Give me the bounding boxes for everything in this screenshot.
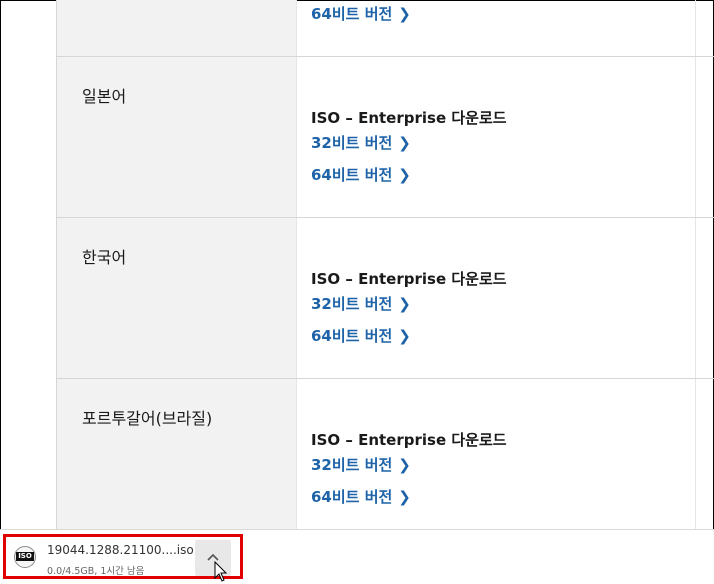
link-32bit[interactable]: 32비트 버전 ❯ (311, 132, 411, 153)
language-cell (56, 0, 296, 56)
table-row: 한국어 ISO – Enterprise 다운로드 32비트 버전 ❯ 64비트 … (56, 218, 714, 378)
table-row: 포르투갈어(브라질) ISO – Enterprise 다운로드 32비트 버전… (56, 379, 714, 529)
download-cell: 64비트 버전 ❯ (296, 0, 695, 56)
language-cell: 일본어 (56, 57, 296, 217)
link-64bit-label: 64비트 버전 (311, 488, 393, 506)
link-32bit-label: 32비트 버전 (311, 134, 393, 152)
link-64bit-label: 64비트 버전 (311, 166, 393, 184)
chevron-right-icon: ❯ (398, 327, 411, 345)
link-64bit[interactable]: 64비트 버전 ❯ (311, 164, 411, 185)
download-title: ISO – Enterprise 다운로드 (311, 109, 507, 127)
link-32bit-label: 32비트 버전 (311, 456, 393, 474)
link-32bit-label: 32비트 버전 (311, 295, 393, 313)
download-title: ISO – Enterprise 다운로드 (311, 270, 507, 288)
link-32bit[interactable]: 32비트 버전 ❯ (311, 293, 411, 314)
chevron-right-icon: ❯ (398, 295, 411, 313)
download-title: ISO – Enterprise 다운로드 (311, 431, 507, 449)
mouse-cursor-icon (214, 561, 228, 582)
language-download-table: 64비트 버전 ❯ 일본어 ISO – Enterprise 다운로드 32비트 … (56, 0, 714, 529)
extra-cell (695, 57, 714, 217)
language-cell: 포르투갈어(브라질) (56, 379, 296, 529)
chevron-right-icon: ❯ (398, 5, 411, 23)
chevron-right-icon: ❯ (398, 166, 411, 184)
download-cell: ISO – Enterprise 다운로드 32비트 버전 ❯ 64비트 버전 ❯ (296, 218, 695, 378)
link-64bit[interactable]: 64비트 버전 ❯ (311, 486, 411, 507)
link-64bit[interactable]: 64비트 버전 ❯ (311, 3, 411, 24)
language-label: 일본어 (82, 87, 127, 106)
chevron-right-icon: ❯ (398, 134, 411, 152)
chevron-right-icon: ❯ (398, 488, 411, 506)
link-32bit[interactable]: 32비트 버전 ❯ (311, 454, 411, 475)
table-row: 64비트 버전 ❯ (56, 0, 714, 56)
extra-cell (695, 0, 714, 56)
download-cell: ISO – Enterprise 다운로드 32비트 버전 ❯ 64비트 버전 ❯ (296, 379, 695, 529)
language-cell: 한국어 (56, 218, 296, 378)
extra-cell (695, 218, 714, 378)
link-64bit-label: 64비트 버전 (311, 5, 393, 23)
link-64bit[interactable]: 64비트 버전 ❯ (311, 325, 411, 346)
extra-cell (695, 379, 714, 529)
language-label: 포르투갈어(브라질) (82, 409, 213, 428)
download-cell: ISO – Enterprise 다운로드 32비트 버전 ❯ 64비트 버전 ❯ (296, 57, 695, 217)
highlight-box (3, 534, 243, 579)
link-64bit-label: 64비트 버전 (311, 327, 393, 345)
language-label: 한국어 (82, 248, 127, 267)
chevron-right-icon: ❯ (398, 456, 411, 474)
table-row: 일본어 ISO – Enterprise 다운로드 32비트 버전 ❯ 64비트 … (56, 57, 714, 217)
